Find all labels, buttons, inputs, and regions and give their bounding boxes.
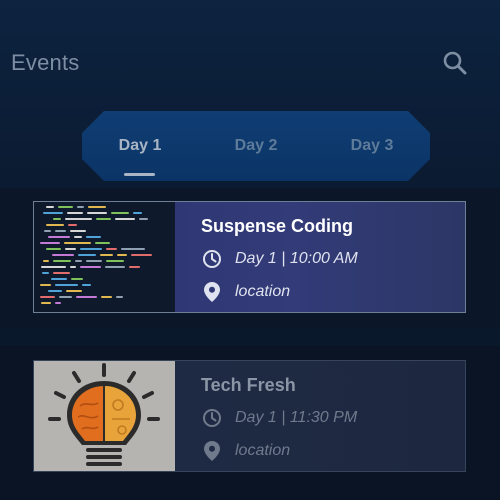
code-snippet-line: [66, 290, 82, 292]
code-snippet-line: [117, 254, 127, 256]
event-thumbnail-lightbulb: [34, 361, 175, 471]
code-snippet-line: [58, 206, 73, 208]
code-snippet-line: [59, 296, 72, 298]
code-snippet-line: [43, 260, 49, 262]
code-snippet-line: [88, 206, 106, 208]
code-snippet-line: [129, 266, 140, 268]
code-snippet-line: [133, 212, 142, 214]
code-snippet-line: [71, 278, 83, 280]
clock-icon: [201, 407, 223, 429]
code-snippet-line: [86, 260, 102, 262]
event-location: location: [235, 442, 291, 459]
code-snippet-line: [41, 302, 51, 304]
tab-day-1[interactable]: Day 1: [82, 111, 198, 181]
event-card[interactable]: Suspense Coding Day 1 | 10:00 AM locatio…: [33, 201, 466, 313]
code-snippet-line: [87, 212, 107, 214]
code-snippet-line: [106, 248, 117, 250]
location-pin-icon: [201, 440, 223, 462]
code-snippet-line: [80, 266, 101, 268]
code-snippet-line: [78, 254, 96, 256]
code-snippet-line: [48, 236, 70, 238]
event-info: Suspense Coding Day 1 | 10:00 AM locatio…: [175, 202, 465, 312]
code-snippet-line: [40, 284, 51, 286]
code-snippet-line: [53, 272, 70, 274]
event-card[interactable]: Tech Fresh Day 1 | 11:30 PM location: [33, 360, 466, 472]
location-pin-icon: [201, 281, 223, 303]
code-snippet-line: [101, 296, 112, 298]
page-title: Events: [11, 50, 80, 75]
code-snippet-line: [115, 218, 135, 220]
code-snippet-line: [55, 230, 66, 232]
code-snippet-line: [80, 248, 102, 250]
code-snippet-line: [52, 254, 74, 256]
event-time-row: Day 1 | 10:00 AM: [201, 248, 358, 270]
event-location-row: location: [201, 440, 290, 462]
code-snippet-line: [106, 260, 124, 262]
event-time: Day 1 | 10:00 AM: [235, 250, 358, 267]
code-snippet-line: [65, 248, 76, 250]
code-snippet-line: [46, 248, 61, 250]
code-snippet-line: [111, 212, 129, 214]
code-snippet-line: [68, 224, 77, 226]
code-snippet-line: [82, 284, 91, 286]
event-time: Day 1 | 11:30 PM: [235, 409, 358, 426]
event-location-row: location: [201, 281, 290, 303]
search-icon: [443, 51, 467, 75]
code-snippet-line: [67, 212, 83, 214]
code-snippet-line: [105, 266, 125, 268]
code-snippet-line: [46, 224, 64, 226]
code-snippet-line: [40, 242, 60, 244]
code-snippet-line: [131, 254, 152, 256]
event-info: Tech Fresh Day 1 | 11:30 PM location: [175, 361, 465, 471]
tab-day-2[interactable]: Day 2: [198, 111, 314, 181]
active-tab-indicator: [124, 173, 155, 176]
code-snippet-line: [70, 230, 86, 232]
code-snippet-line: [41, 266, 66, 268]
code-snippet-line: [77, 206, 84, 208]
clock-icon: [201, 248, 223, 270]
code-snippet-line: [76, 296, 97, 298]
code-snippet-line: [44, 230, 51, 232]
code-snippet-line: [51, 278, 67, 280]
code-snippet-line: [116, 296, 123, 298]
code-snippet-line: [86, 236, 101, 238]
code-snippet-line: [65, 218, 92, 220]
event-thumbnail-code: [34, 202, 175, 312]
code-snippet-line: [43, 212, 63, 214]
search-button[interactable]: [438, 46, 472, 80]
tab-day-3[interactable]: Day 3: [314, 111, 430, 181]
code-snippet-line: [75, 260, 82, 262]
code-snippet-line: [55, 302, 61, 304]
code-snippet-line: [70, 266, 76, 268]
code-snippet-line: [48, 290, 62, 292]
code-snippet-line: [55, 284, 78, 286]
code-snippet-line: [53, 218, 61, 220]
code-snippet-line: [40, 296, 55, 298]
app-bar: Events: [0, 0, 500, 120]
code-snippet-line: [95, 242, 110, 244]
code-snippet-line: [42, 272, 49, 274]
code-snippet-line: [53, 260, 71, 262]
code-snippet-line: [46, 206, 54, 208]
day-tabs: Day 1 Day 2 Day 3: [82, 111, 430, 181]
event-location: location: [235, 283, 291, 300]
code-snippet-line: [139, 218, 148, 220]
event-title: Suspense Coding: [201, 216, 354, 236]
event-title: Tech Fresh: [201, 375, 296, 395]
code-snippet-line: [74, 236, 82, 238]
event-time-row: Day 1 | 11:30 PM: [201, 407, 357, 429]
code-snippet-line: [96, 218, 111, 220]
code-snippet-line: [121, 248, 145, 250]
code-snippet-line: [64, 242, 91, 244]
code-snippet-line: [100, 254, 113, 256]
